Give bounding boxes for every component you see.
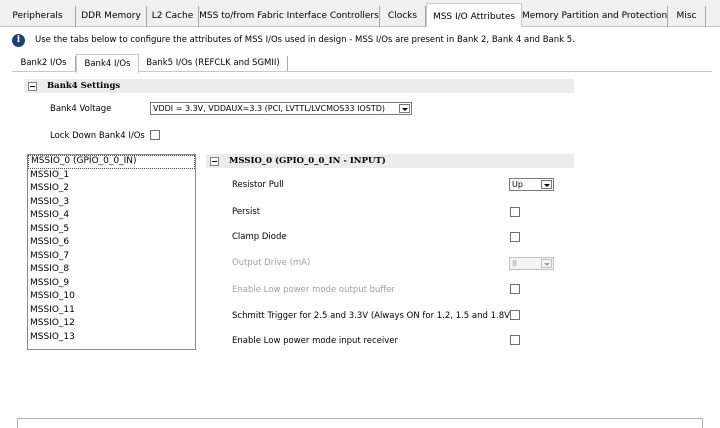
clamp-diode-label: Clamp Diode: [232, 232, 287, 242]
lockdown-label: Lock Down Bank4 I/Os: [50, 131, 145, 141]
io-settings-header: MSSIO_0 (GPIO_0_0_IN - INPUT): [206, 154, 574, 168]
low-power-input-checkbox[interactable]: [510, 335, 520, 345]
tab-bank2-ios[interactable]: Bank2 I/Os: [12, 56, 76, 71]
chevron-down-icon: [399, 104, 410, 113]
tab-misc[interactable]: Misc: [668, 6, 706, 27]
tab-memory-partition-protection[interactable]: Memory Partition and Protection: [522, 6, 668, 27]
list-item[interactable]: MSSIO_7: [28, 250, 195, 264]
tab-mss-fabric-interface-controllers[interactable]: MSS to/from Fabric Interface Controllers: [199, 6, 380, 27]
panel-border: [702, 418, 703, 428]
schmitt-trigger-checkbox[interactable]: [510, 310, 520, 320]
list-item[interactable]: MSSIO_1: [28, 169, 195, 183]
resistor-pull-select[interactable]: Up: [509, 178, 554, 191]
list-item[interactable]: MSSIO_11: [28, 304, 195, 318]
output-drive-value: 8: [512, 259, 518, 268]
low-power-input-label: Enable Low power mode input receiver: [232, 336, 398, 346]
resistor-pull-label: Resistor Pull: [232, 180, 284, 190]
list-item[interactable]: MSSIO_5: [28, 223, 195, 237]
list-item[interactable]: MSSIO_8: [28, 263, 195, 277]
collapse-icon[interactable]: [28, 81, 37, 91]
list-item[interactable]: MSSIO_4: [28, 209, 195, 223]
output-drive-select[interactable]: 8: [509, 257, 554, 270]
bank-settings-header: Bank4 Settings: [24, 79, 574, 93]
list-item[interactable]: MSSIO_9: [28, 277, 195, 291]
panel-border: [17, 418, 703, 419]
schmitt-trigger-label: Schmitt Trigger for 2.5 and 3.3V (Always…: [232, 311, 514, 321]
list-item[interactable]: MSSIO_6: [28, 236, 195, 250]
low-power-output-checkbox[interactable]: [510, 284, 520, 294]
bank-voltage-select[interactable]: VDDI = 3.3V, VDDAUX=3.3 (PCI, LVTTL/LVCM…: [150, 102, 412, 115]
list-item[interactable]: MSSIO_0 (GPIO_0_0_IN): [28, 155, 195, 169]
info-text: Use the tabs below to configure the attr…: [35, 35, 575, 45]
panel-border: [17, 418, 18, 428]
tab-bank5-ios[interactable]: Bank5 I/Os (REFCLK and SGMII): [139, 56, 288, 71]
output-drive-label: Output Drive (mA): [232, 258, 311, 268]
clamp-diode-checkbox[interactable]: [510, 232, 520, 242]
tab-content: i Use the tabs below to configure the at…: [0, 27, 720, 428]
list-item[interactable]: MSSIO_12: [28, 317, 195, 331]
tab-clocks[interactable]: Clocks: [380, 6, 426, 27]
persist-checkbox[interactable]: [510, 207, 520, 217]
io-list[interactable]: MSSIO_0 (GPIO_0_0_IN) MSSIO_1 MSSIO_2 MS…: [27, 154, 196, 350]
tab-mss-io-attributes[interactable]: MSS I/O Attributes: [426, 3, 522, 28]
top-tab-strip: Peripherals DDR Memory L2 Cache MSS to/f…: [0, 0, 720, 28]
chevron-down-icon: [541, 180, 552, 189]
lockdown-checkbox[interactable]: [150, 130, 160, 140]
tab-peripherals[interactable]: Peripherals: [0, 6, 76, 27]
bank-settings-title: Bank4 Settings: [47, 81, 121, 91]
bank-voltage-label: Bank4 Voltage: [50, 104, 112, 114]
list-item[interactable]: MSSIO_2: [28, 182, 195, 196]
io-settings-title: MSSIO_0 (GPIO_0_0_IN - INPUT): [229, 156, 386, 166]
list-item[interactable]: MSSIO_3: [28, 196, 195, 210]
list-item[interactable]: MSSIO_10: [28, 290, 195, 304]
bank-tab-strip: Bank2 I/Os Bank4 I/Os Bank5 I/Os (REFCLK…: [12, 54, 712, 73]
tab-bank4-ios[interactable]: Bank4 I/Os: [76, 54, 139, 73]
persist-label: Persist: [232, 207, 261, 217]
chevron-down-icon: [541, 259, 552, 268]
collapse-icon[interactable]: [210, 156, 219, 166]
resistor-pull-value: Up: [512, 180, 523, 189]
low-power-output-label: Enable Low power mode output buffer: [232, 285, 395, 295]
info-row: i Use the tabs below to configure the at…: [12, 33, 575, 47]
tab-l2-cache[interactable]: L2 Cache: [147, 6, 199, 27]
info-icon: i: [12, 33, 25, 47]
bank-voltage-value: VDDI = 3.3V, VDDAUX=3.3 (PCI, LVTTL/LVCM…: [153, 104, 386, 113]
list-item[interactable]: MSSIO_13: [28, 331, 195, 345]
tab-ddr-memory[interactable]: DDR Memory: [76, 6, 147, 27]
